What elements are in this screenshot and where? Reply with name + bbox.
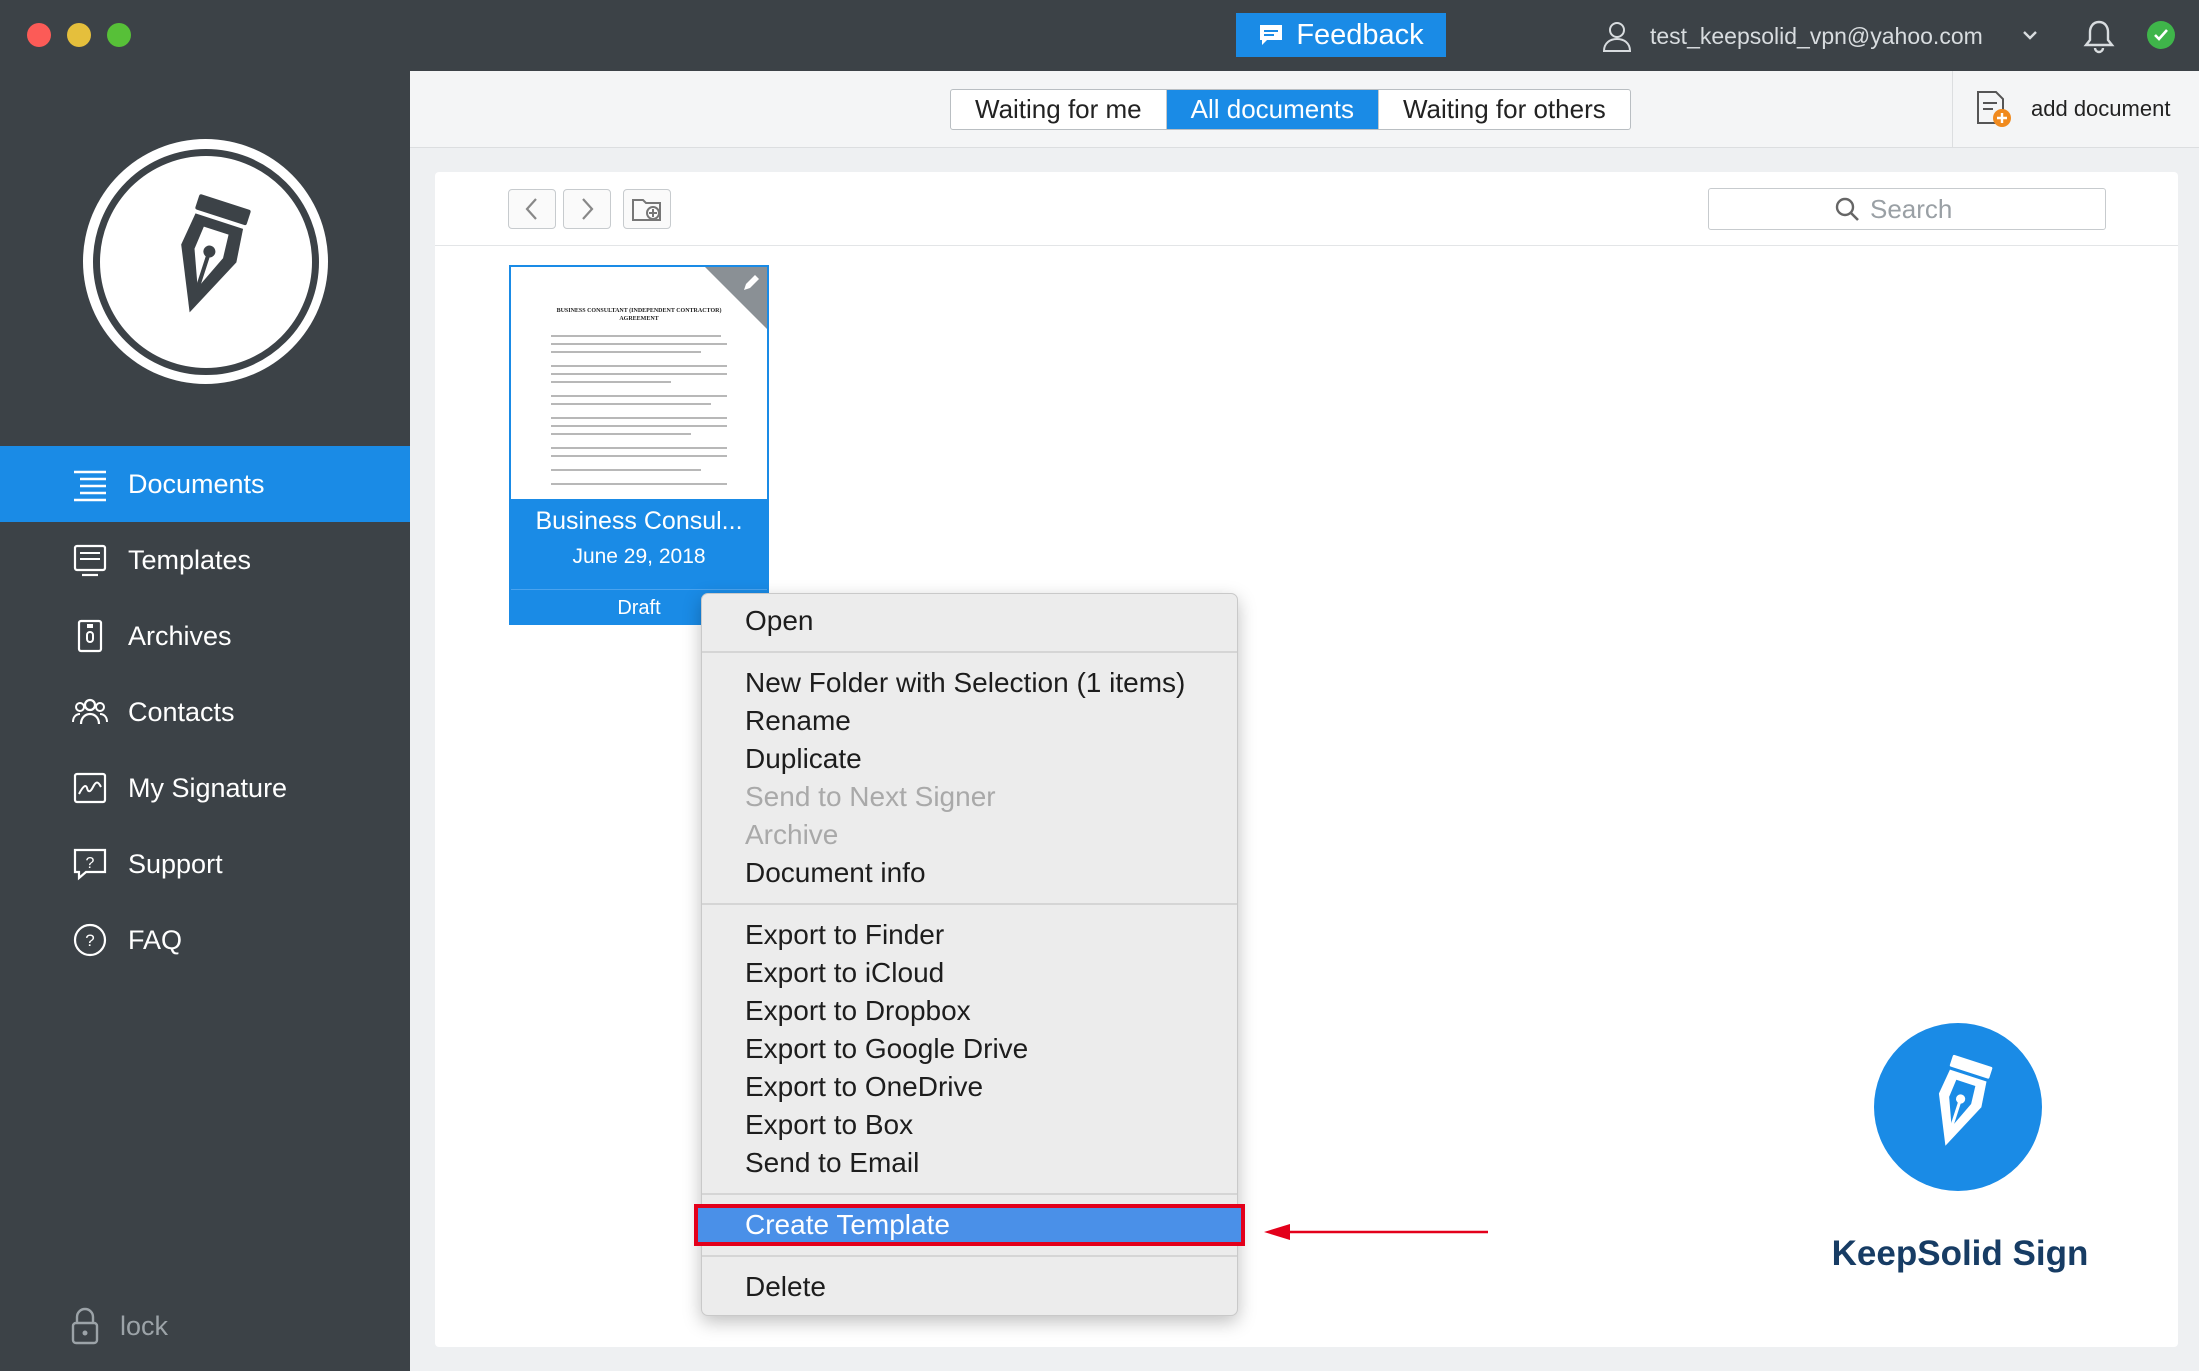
document-name: Business Consul...	[535, 507, 743, 535]
menu-item-delete[interactable]: Delete	[702, 1268, 1237, 1306]
sidebar-item-archives[interactable]: Archives	[0, 598, 410, 674]
tab-waiting-for-others[interactable]: Waiting for others	[1379, 90, 1630, 129]
sidebar-item-templates[interactable]: Templates	[0, 522, 410, 598]
context-menu: Open New Folder with Selection (1 items)…	[694, 593, 1245, 1316]
menu-item-open[interactable]: Open	[702, 602, 1237, 640]
minimize-window-button[interactable]	[67, 23, 91, 47]
pen-nib-icon	[180, 193, 251, 312]
pen-nib-icon	[1938, 1054, 1993, 1146]
menu-item-document-info[interactable]: Document info	[702, 854, 1237, 892]
feedback-button[interactable]: Feedback	[1236, 13, 1446, 57]
chevron-down-icon[interactable]	[2019, 24, 2041, 46]
add-document-icon	[1977, 91, 2011, 127]
menu-separator	[702, 1193, 1237, 1195]
menu-item-export-to-onedrive[interactable]: Export to OneDrive	[702, 1068, 1237, 1106]
lock-label: lock	[120, 1310, 169, 1341]
lock-button[interactable]: lock	[70, 1307, 168, 1345]
app-window: Feedback test_keepsolid_vpn@yahoo.com Do…	[0, 0, 2199, 1371]
close-window-button[interactable]	[27, 23, 51, 47]
connection-status-icon	[2147, 21, 2175, 49]
folder-add-icon	[632, 199, 661, 221]
menu-separator	[702, 1255, 1237, 1257]
sidebar: Documents Templates Archives Contacts My…	[0, 71, 410, 1371]
search-field[interactable]	[1708, 188, 2106, 230]
forward-button[interactable]	[563, 189, 611, 229]
sidebar-item-label: Contacts	[128, 696, 235, 727]
back-button[interactable]	[508, 189, 556, 229]
document-card[interactable]: BUSINESS CONSULTANT (INDEPENDENT CONTRAC…	[509, 265, 769, 625]
menu-item-send-to-next-signer: Send to Next Signer	[745, 781, 996, 812]
menu-item-export-to-icloud[interactable]: Export to iCloud	[702, 954, 1237, 992]
menu-item-create-template[interactable]: Create Template	[694, 1204, 1245, 1246]
chat-icon	[1260, 25, 1283, 45]
sidebar-item-label: My Signature	[128, 772, 288, 803]
user-email: test_keepsolid_vpn@yahoo.com	[1650, 22, 1983, 49]
sidebar-item-label: Templates	[128, 544, 252, 575]
sidebar-item-label: Documents	[128, 468, 265, 499]
contacts-icon	[72, 698, 108, 725]
menu-separator	[702, 903, 1237, 905]
sidebar-nav: Documents Templates Archives Contacts My…	[0, 446, 410, 978]
bell-icon[interactable]	[2082, 18, 2116, 54]
sidebar-item-contacts[interactable]: Contacts	[0, 674, 410, 750]
template-icon	[73, 544, 107, 577]
annotation-arrow-icon	[1264, 1224, 1488, 1240]
menu-item-rename[interactable]: Rename	[702, 702, 1237, 740]
search-icon	[1835, 197, 1859, 221]
user-account[interactable]: test_keepsolid_vpn@yahoo.com	[1600, 14, 1983, 58]
sidebar-item-documents[interactable]: Documents	[0, 446, 410, 522]
tab-waiting-for-me[interactable]: Waiting for me	[951, 90, 1167, 129]
title-bar: Feedback test_keepsolid_vpn@yahoo.com	[0, 0, 2199, 71]
new-folder-button[interactable]	[623, 189, 671, 229]
panel-toolbar	[435, 172, 2178, 246]
lock-icon	[71, 1307, 99, 1345]
document-thumbnail: BUSINESS CONSULTANT (INDEPENDENT CONTRAC…	[511, 267, 767, 499]
faq-icon: ?	[73, 923, 107, 957]
menu-item-send-to-email[interactable]: Send to Email	[702, 1144, 1237, 1182]
brand-logo	[1874, 1023, 2042, 1191]
menu-item-new-folder-with-selection[interactable]: New Folder with Selection (1 items)	[702, 664, 1237, 702]
tab-all-documents[interactable]: All documents	[1166, 90, 1379, 129]
add-document-label: add document	[2031, 96, 2171, 121]
menu-item-export-to-google-drive[interactable]: Export to Google Drive	[702, 1030, 1237, 1068]
menu-item-export-to-dropbox[interactable]: Export to Dropbox	[702, 992, 1237, 1030]
menu-item-export-to-box[interactable]: Export to Box	[702, 1106, 1237, 1144]
signature-icon	[73, 772, 107, 804]
filter-bar: Waiting for me All documents Waiting for…	[410, 71, 2199, 148]
menu-item-duplicate[interactable]: Duplicate	[702, 740, 1237, 778]
add-document-button[interactable]: add document	[1952, 71, 2199, 147]
menu-item-export-to-finder[interactable]: Export to Finder	[702, 916, 1237, 954]
pencil-icon	[744, 275, 759, 290]
sidebar-item-label: Archives	[128, 620, 232, 651]
svg-text:?: ?	[86, 855, 95, 872]
app-logo	[83, 139, 328, 384]
document-date: June 29, 2018	[572, 545, 706, 568]
sidebar-item-support[interactable]: ? Support	[0, 826, 410, 902]
sidebar-item-faq[interactable]: ? FAQ	[0, 902, 410, 978]
list-icon	[74, 470, 106, 502]
svg-text:?: ?	[85, 931, 94, 950]
document-filter-tabs: Waiting for me All documents Waiting for…	[950, 89, 1631, 130]
sidebar-item-label: Support	[128, 848, 223, 879]
archive-icon	[77, 619, 103, 653]
sidebar-item-label: FAQ	[128, 924, 183, 955]
brand-name: KeepSolid Sign	[1831, 1234, 2089, 1273]
menu-separator	[702, 651, 1237, 653]
sidebar-item-my-signature[interactable]: My Signature	[0, 750, 410, 826]
search-input[interactable]	[1870, 193, 1980, 225]
support-icon: ?	[73, 848, 107, 881]
user-icon	[1602, 22, 1632, 52]
zoom-window-button[interactable]	[107, 23, 131, 47]
feedback-label: Feedback	[1296, 18, 1424, 51]
menu-item-archive: Archive	[745, 819, 839, 850]
chevron-right-icon	[582, 198, 594, 220]
chevron-left-icon	[525, 198, 537, 220]
